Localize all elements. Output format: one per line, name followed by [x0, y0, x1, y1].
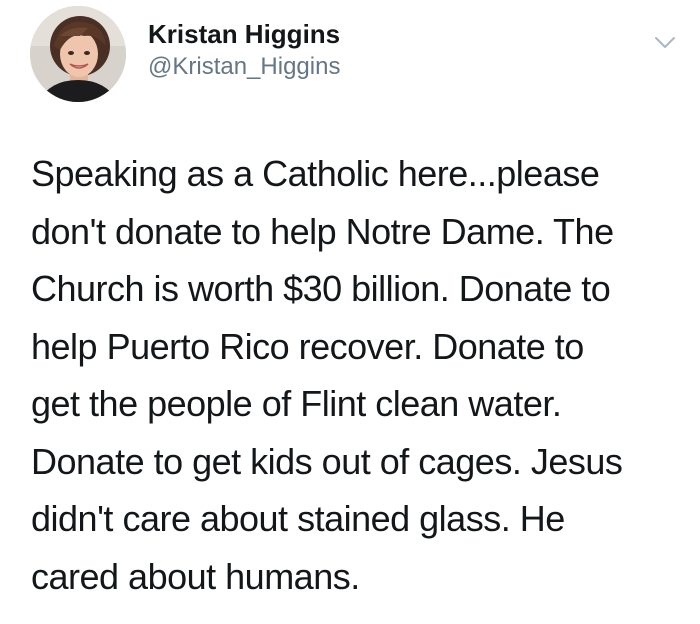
- tweet-text-line: get the people of Flint clean water.: [31, 383, 562, 424]
- tweet-text: Speaking as a Catholic here...please don…: [31, 145, 686, 605]
- tweet-header: Kristan Higgins @Kristan_Higgins: [30, 6, 680, 102]
- tweet-text-line: Donate to get kids out of cages. Jesus: [31, 440, 623, 482]
- tweet-text-line: Speaking as a Catholic here...please: [31, 153, 600, 194]
- user-handle[interactable]: @Kristan_Higgins: [148, 52, 340, 82]
- tweet-text-line: help Puerto Rico recover. Donate to: [31, 325, 584, 367]
- tweet-card: Kristan Higgins @Kristan_Higgins Speakin…: [0, 0, 700, 624]
- tweet-text-line: cared about humans.: [31, 555, 360, 597]
- avatar[interactable]: [30, 6, 126, 102]
- chevron-down-icon: [655, 37, 675, 48]
- tweet-menu-button[interactable]: [652, 32, 678, 52]
- tweet-text-line: don't donate to help Notre Dame. The: [31, 210, 614, 252]
- tweet-text-line: didn't care about stained glass. He: [31, 498, 565, 539]
- user-names: Kristan Higgins @Kristan_Higgins: [148, 18, 340, 82]
- profile-photo-icon: [30, 6, 126, 102]
- tweet-text-line: Church is worth $30 billion. Donate to: [31, 268, 611, 309]
- display-name[interactable]: Kristan Higgins: [148, 18, 340, 50]
